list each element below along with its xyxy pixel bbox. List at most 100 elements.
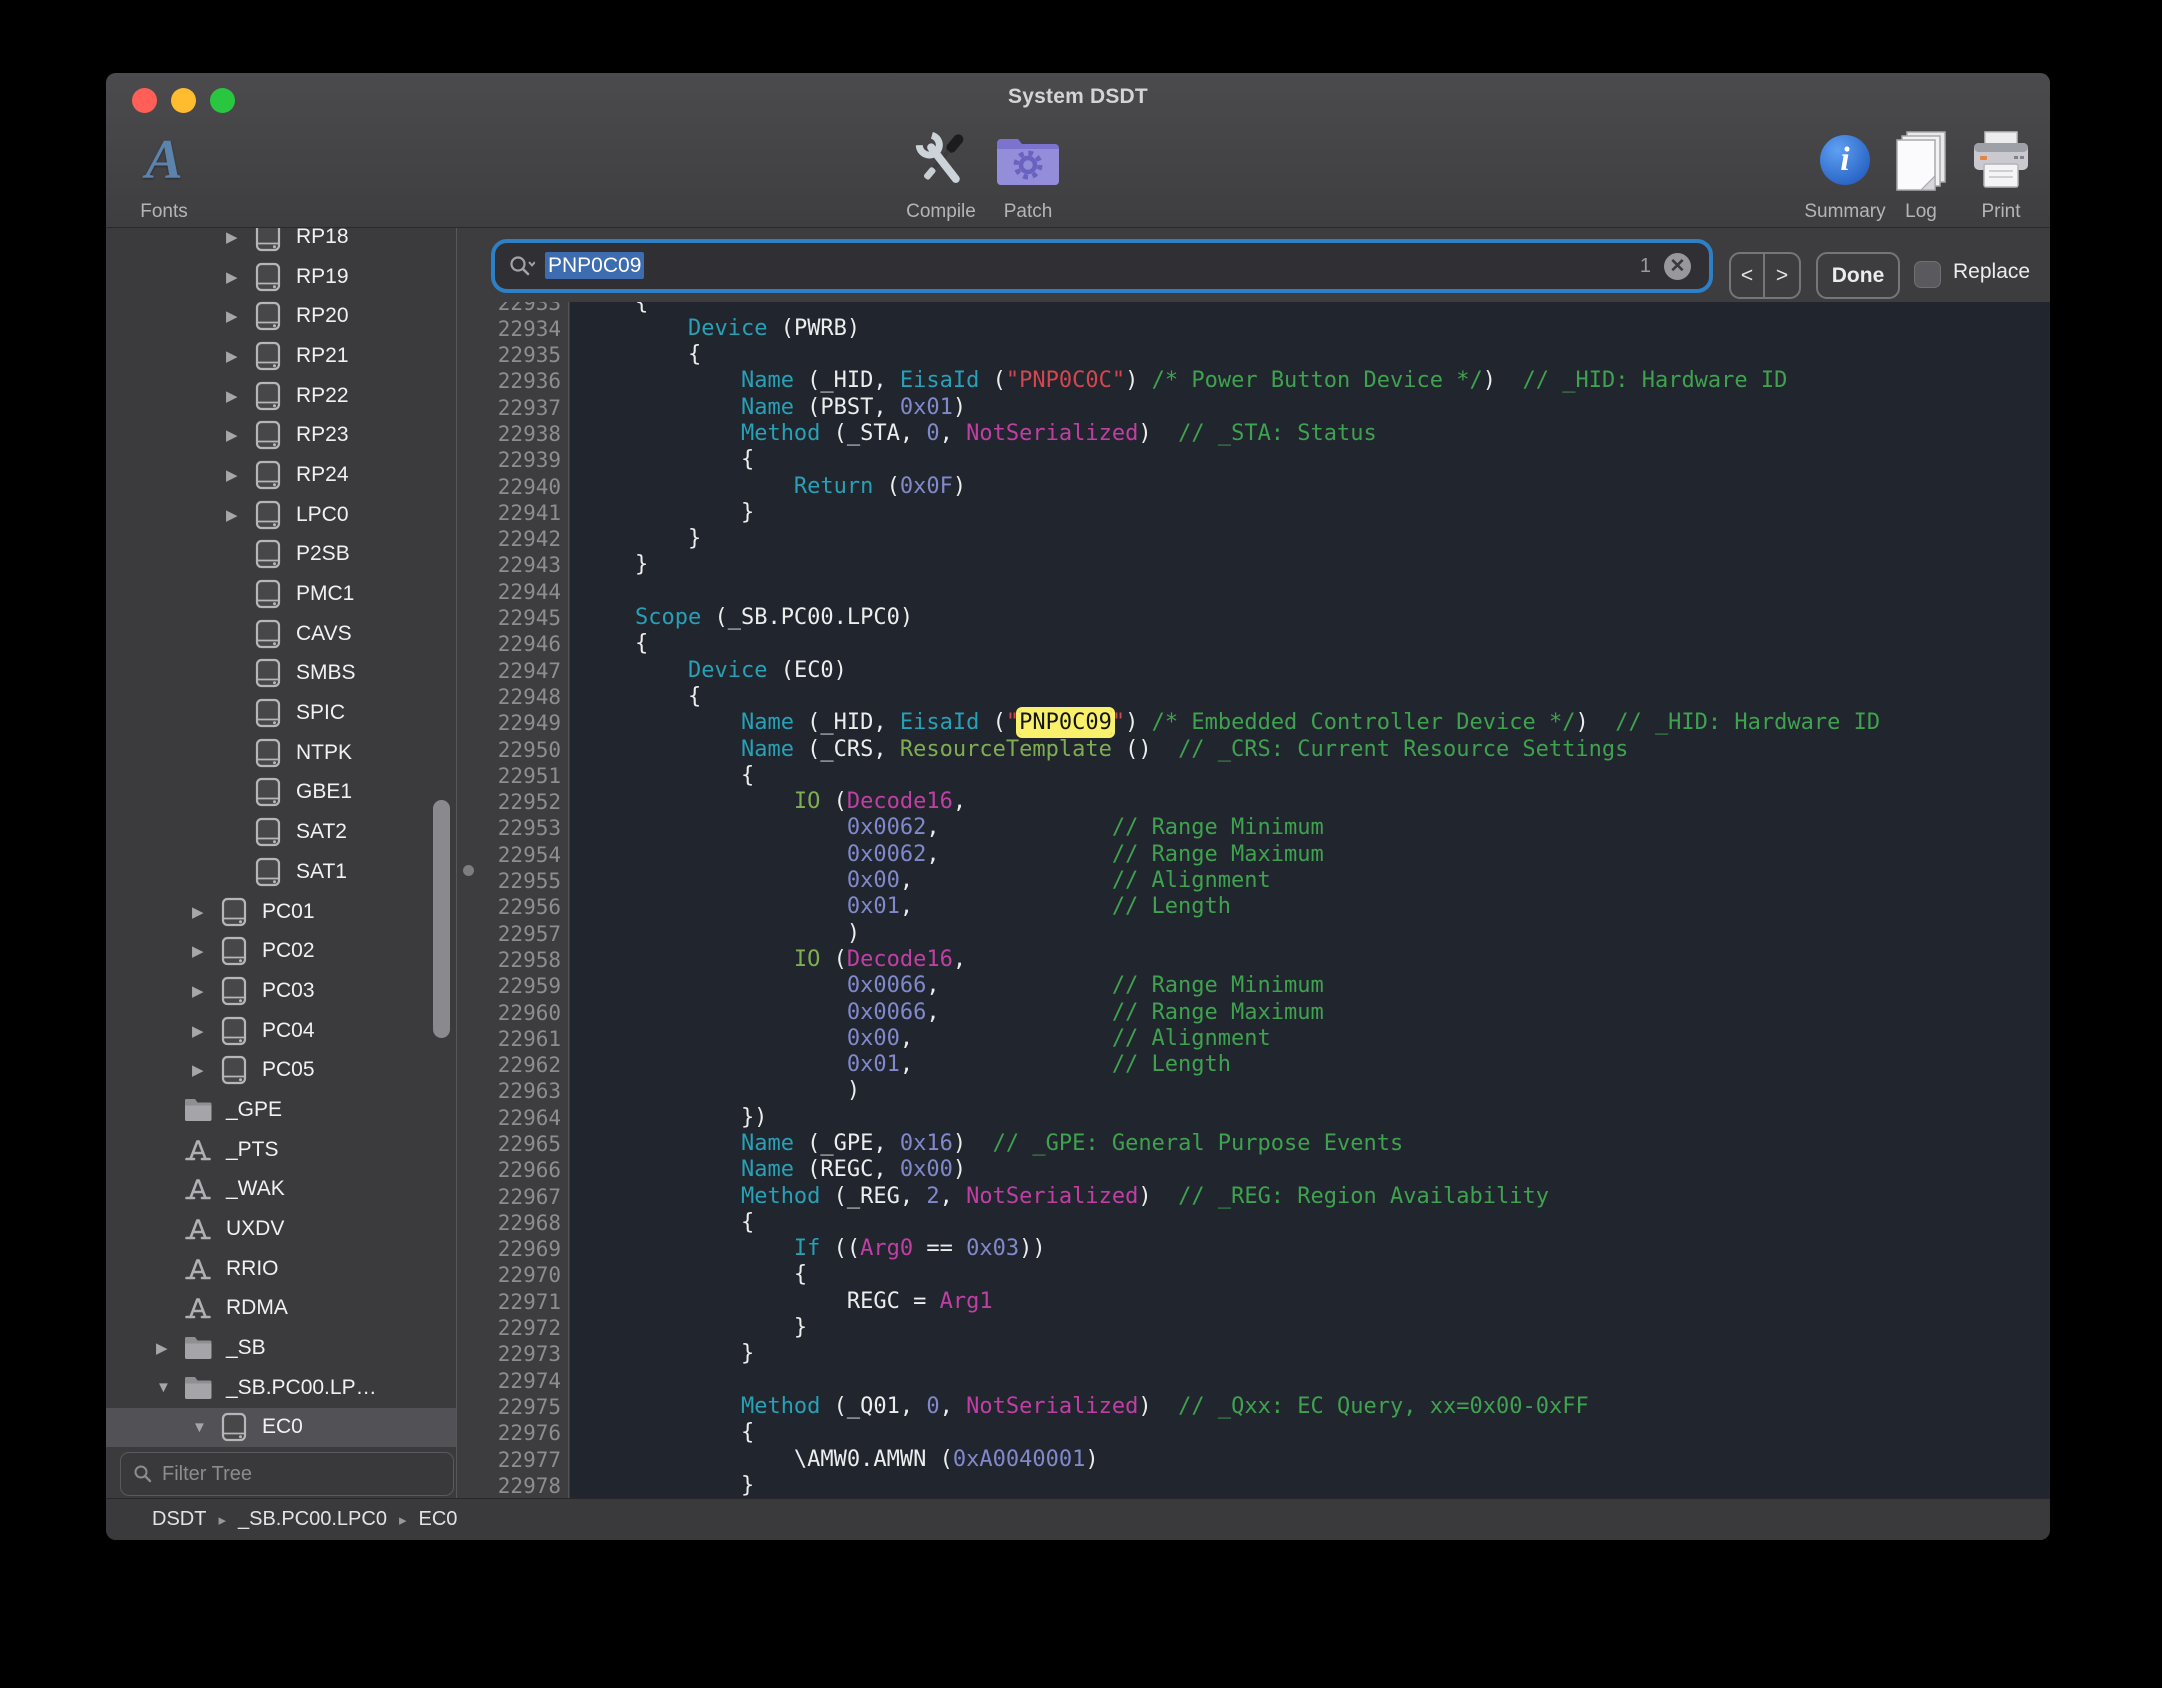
sidebar-item-sat2[interactable]: SAT2 — [106, 812, 456, 852]
line-number: 22955 — [498, 868, 561, 894]
disclosure-triangle-icon[interactable]: ▶ — [156, 1339, 183, 1357]
window-title: System DSDT — [106, 85, 2050, 109]
find-bar: PNP0C09 1 ✕ < > Done Replace — [457, 228, 2050, 302]
breadcrumb-separator-icon: ▸ — [399, 1511, 407, 1529]
sidebar-item-rdma[interactable]: RDMA — [106, 1289, 456, 1329]
code-line: Name (_HID, EisaId ("PNP0C0C") /* Power … — [582, 368, 1880, 394]
patch-icon — [973, 125, 1083, 195]
disclosure-triangle-icon[interactable]: ▶ — [192, 942, 219, 960]
clear-search-icon[interactable]: ✕ — [1664, 253, 1691, 280]
method-icon — [183, 1293, 215, 1323]
code-line: IO (Decode16, — [582, 789, 1880, 815]
sidebar-scrollbar[interactable] — [433, 800, 450, 1038]
device-icon — [253, 459, 285, 491]
patch-button[interactable]: Patch — [973, 125, 1083, 223]
replace-checkbox[interactable] — [1914, 261, 1941, 288]
code-line — [582, 579, 1880, 605]
disclosure-triangle-icon[interactable]: ▼ — [192, 1419, 219, 1436]
info-icon: i — [1820, 135, 1870, 185]
line-number: 22954 — [498, 842, 561, 868]
sidebar-item-pc02[interactable]: ▶PC02 — [106, 931, 456, 971]
line-number: 22969 — [498, 1236, 561, 1262]
breadcrumb-item-sbpc00lpc0[interactable]: _SB.PC00.LPC0 — [238, 1508, 387, 1531]
code-line: If ((Arg0 == 0x03)) — [582, 1236, 1880, 1262]
code-line: } — [582, 526, 1880, 552]
print-button[interactable]: Print — [1946, 125, 2050, 223]
sidebar-item-smbs[interactable]: SMBS — [106, 654, 456, 694]
disclosure-triangle-icon[interactable]: ▶ — [192, 1022, 219, 1040]
line-number: 22957 — [498, 921, 561, 947]
sidebar-item-spic[interactable]: SPIC — [106, 693, 456, 733]
filter-tree-input[interactable]: Filter Tree — [120, 1452, 454, 1496]
breadcrumb-item-dsdt[interactable]: DSDT — [152, 1508, 206, 1531]
done-button[interactable]: Done — [1816, 252, 1900, 299]
sidebar-item-cavs[interactable]: CAVS — [106, 614, 456, 654]
sidebar-item-rp24[interactable]: ▶RP24 — [106, 455, 456, 495]
sidebar-item-gpe[interactable]: _GPE — [106, 1090, 456, 1130]
app-window: System DSDT A Fonts Comp — [106, 73, 2050, 1540]
disclosure-triangle-icon[interactable]: ▶ — [192, 903, 219, 921]
folder-icon — [183, 1334, 215, 1362]
breadcrumb-item-ec0[interactable]: EC0 — [419, 1508, 458, 1531]
sidebar-item-p2sb[interactable]: P2SB — [106, 535, 456, 575]
sidebar-item-uxdv[interactable]: UXDV — [106, 1209, 456, 1249]
sidebar-item-ec0[interactable]: ▼EC0 — [106, 1408, 456, 1448]
device-icon — [219, 1015, 251, 1047]
match-count: 1 — [1640, 255, 1651, 278]
search-input[interactable]: PNP0C09 1 ✕ — [491, 239, 1713, 293]
code-line: Name (REGC, 0x00) — [582, 1157, 1880, 1183]
sidebar-item-rp19[interactable]: ▶RP19 — [106, 257, 456, 297]
disclosure-triangle-icon[interactable]: ▶ — [226, 268, 253, 286]
method-icon — [183, 1174, 215, 1204]
device-icon — [219, 935, 251, 967]
sidebar-item-rp23[interactable]: ▶RP23 — [106, 415, 456, 455]
sidebar-item-pmc1[interactable]: PMC1 — [106, 574, 456, 614]
sidebar-item-ntpk[interactable]: NTPK — [106, 733, 456, 773]
disclosure-triangle-icon[interactable]: ▶ — [226, 387, 253, 405]
sidebar-item-pc03[interactable]: ▶PC03 — [106, 971, 456, 1011]
sidebar-item-rp18[interactable]: ▶RP18 — [106, 228, 456, 257]
line-number: 22962 — [498, 1052, 561, 1078]
disclosure-triangle-icon[interactable]: ▶ — [226, 506, 253, 524]
sidebar-item-pc04[interactable]: ▶PC04 — [106, 1011, 456, 1051]
fonts-button[interactable]: A Fonts — [109, 125, 219, 223]
pane-splitter[interactable] — [457, 302, 479, 1498]
device-icon — [253, 618, 285, 650]
sidebar-item-pts[interactable]: _PTS — [106, 1130, 456, 1170]
disclosure-triangle-icon[interactable]: ▼ — [156, 1379, 183, 1396]
sidebar-item-rp20[interactable]: ▶RP20 — [106, 296, 456, 336]
sidebar-item-sbpc00lp[interactable]: ▼_SB.PC00.LP… — [106, 1368, 456, 1408]
sidebar-item-rp21[interactable]: ▶RP21 — [106, 336, 456, 376]
disclosure-triangle-icon[interactable]: ▶ — [226, 307, 253, 325]
search-query: PNP0C09 — [545, 254, 644, 278]
code-line: } — [582, 500, 1880, 526]
sidebar-item-sb[interactable]: ▶ _SB — [106, 1328, 456, 1368]
sidebar-item-gbe1[interactable]: GBE1 — [106, 773, 456, 813]
next-match-button[interactable]: > — [1765, 254, 1799, 297]
sidebar-item-rp22[interactable]: ▶RP22 — [106, 376, 456, 416]
device-icon — [219, 975, 251, 1007]
disclosure-triangle-icon[interactable]: ▶ — [226, 228, 253, 246]
sidebar-item-label: _SB — [226, 1336, 266, 1360]
previous-match-button[interactable]: < — [1731, 254, 1765, 297]
source-editor[interactable]: { Device (PWRB) { Name (_HID, EisaId ("P… — [570, 302, 2050, 1498]
sidebar-item-pc01[interactable]: ▶PC01 — [106, 892, 456, 932]
sidebar-item-label: _PTS — [226, 1138, 279, 1162]
sidebar-item-rrio[interactable]: RRIO — [106, 1249, 456, 1289]
sidebar-item-lpc0[interactable]: ▶LPC0 — [106, 495, 456, 535]
code-line: } — [582, 1473, 1880, 1498]
disclosure-triangle-icon[interactable]: ▶ — [192, 982, 219, 1000]
code-line: 0x01, // Length — [582, 1052, 1880, 1078]
line-number: 22940 — [498, 474, 561, 500]
disclosure-triangle-icon[interactable]: ▶ — [192, 1061, 219, 1079]
code-line: Method (_Q01, 0, NotSerialized) // _Qxx:… — [582, 1394, 1880, 1420]
sidebar-item-pc05[interactable]: ▶PC05 — [106, 1050, 456, 1090]
sidebar-item-wak[interactable]: _WAK — [106, 1170, 456, 1210]
disclosure-triangle-icon[interactable]: ▶ — [226, 466, 253, 484]
sidebar-item-sat1[interactable]: SAT1 — [106, 852, 456, 892]
disclosure-triangle-icon[interactable]: ▶ — [226, 426, 253, 444]
disclosure-triangle-icon[interactable]: ▶ — [226, 347, 253, 365]
device-icon — [253, 737, 285, 769]
code-line: \AMW0.AMWN (0xA0040001) — [582, 1447, 1880, 1473]
fonts-label: Fonts — [109, 201, 219, 223]
